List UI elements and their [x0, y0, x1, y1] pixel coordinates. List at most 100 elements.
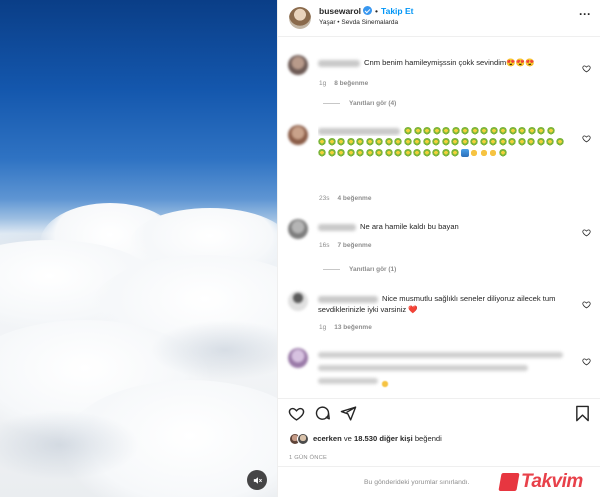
commenter-avatar[interactable]: [288, 125, 308, 145]
emoji-g: [527, 127, 536, 135]
commenter-username-blurred[interactable]: [318, 127, 400, 135]
blurred-text-line: [318, 378, 378, 384]
emoji-g: [384, 149, 393, 157]
comment-body: [318, 125, 573, 169]
emoji-g: [489, 138, 497, 146]
post-location[interactable]: Yaşar • Sevda Sinemalarda: [319, 19, 398, 26]
emoji-g: [498, 138, 507, 146]
comment-likes[interactable]: 13 beğenme: [334, 324, 372, 331]
likes-text: ecerken ve 18.530 diğer kişi beğendi: [313, 434, 442, 443]
emoji-g: [451, 138, 459, 146]
view-replies-button[interactable]: Yanıtları gör (4): [323, 100, 396, 107]
emoji-g: [470, 127, 479, 135]
emoji-g: [346, 138, 355, 146]
commenter-avatar[interactable]: [288, 291, 308, 311]
paper-plane-icon[interactable]: [340, 405, 357, 422]
emoji-g: [318, 149, 326, 157]
emoji-g: [432, 149, 440, 157]
emoji-g: [460, 138, 469, 146]
emoji-y: [489, 149, 497, 157]
blurred-emoji: [381, 380, 389, 388]
comment-like-heart-icon[interactable]: [582, 224, 591, 237]
emoji-g: [451, 149, 459, 157]
commenter-username-blurred[interactable]: [318, 295, 378, 303]
emoji-g: [375, 138, 383, 146]
emoji-g: [394, 149, 402, 157]
emoji-g: [480, 127, 488, 135]
emoji-g: [404, 127, 412, 135]
owner-avatar[interactable]: [289, 7, 311, 29]
comment-like-heart-icon[interactable]: [582, 60, 591, 73]
separator-dot: •: [375, 6, 379, 16]
emoji-g: [555, 138, 564, 146]
comment-like-heart-icon[interactable]: [582, 296, 591, 309]
emoji-g: [527, 138, 535, 146]
emoji-g: [356, 138, 364, 146]
comment-time[interactable]: 1g: [319, 80, 326, 87]
emoji-g: [394, 138, 402, 146]
owner-username[interactable]: busewarol: [319, 6, 361, 16]
emoji-g: [518, 127, 526, 135]
comment-item: Nice musmutlu sağlıklı seneler diliyoruz…: [278, 291, 600, 336]
comment-body: Nice musmutlu sağlıklı seneler diliyoruz…: [318, 293, 573, 315]
comment-icon[interactable]: [314, 405, 331, 422]
emoji-g: [441, 149, 450, 157]
post-photo[interactable]: [0, 0, 277, 497]
emoji-g: [365, 149, 374, 157]
post-date[interactable]: 1 GÜN ÖNCE: [289, 455, 327, 461]
comment-time[interactable]: 16s: [319, 242, 329, 249]
emoji-b: [460, 149, 469, 157]
emoji-g: [517, 138, 526, 146]
comment-text: Ne ara hamile kaldı bu bayan: [360, 222, 459, 231]
emoji-row: [318, 136, 573, 147]
audio-toggle-button[interactable]: [247, 470, 267, 490]
emoji-g: [356, 149, 364, 157]
more-options-icon[interactable]: ···: [579, 8, 591, 20]
comment-meta: 1g 13 beğenme: [319, 324, 380, 331]
emoji-y: [470, 149, 478, 157]
emoji-row: [318, 158, 573, 169]
verified-badge-icon: [363, 6, 373, 15]
comment-emoji: 😍😍😍: [506, 58, 535, 67]
liker-username[interactable]: ecerken: [313, 434, 342, 443]
emoji-g: [327, 138, 336, 146]
commenter-username-blurred[interactable]: [318, 59, 360, 67]
blurred-text-line: [318, 365, 528, 371]
watermark-text: Takvim: [521, 471, 583, 492]
comment-item: Cnm benim hamileymişssin çokk sevindim😍😍…: [278, 55, 600, 113]
emoji-g: [423, 127, 431, 135]
commenter-avatar[interactable]: [288, 219, 308, 239]
comment-likes[interactable]: 7 beğenme: [337, 242, 371, 249]
emoji-g: [413, 138, 421, 146]
comment-item-blurred: [278, 348, 600, 390]
comment-emoji: ❤️: [408, 305, 418, 314]
bookmark-icon[interactable]: [574, 405, 591, 422]
emoji-g: [508, 138, 516, 146]
commenter-avatar[interactable]: [288, 348, 308, 368]
comment-time[interactable]: 23s: [319, 195, 329, 202]
likes-summary: ecerken ve 18.530 diğer kişi beğendi: [289, 432, 599, 446]
commenter-avatar[interactable]: [288, 55, 308, 75]
comment-time[interactable]: 1g: [319, 324, 326, 331]
comment-body: Cnm benim hamileymişssin çokk sevindim😍😍…: [318, 57, 573, 68]
heart-icon[interactable]: [288, 405, 305, 422]
emoji-g: [546, 138, 554, 146]
commenter-username-blurred[interactable]: [318, 223, 356, 231]
post-header: busewarol • Takip Et Yaşar • Sevda Sinemal…: [278, 0, 600, 37]
comment-like-heart-icon[interactable]: [582, 130, 591, 143]
view-replies-button[interactable]: Yanıtları gör (1): [323, 266, 396, 273]
emoji-g: [346, 149, 355, 157]
comment-item: 23s 4 beğenme: [278, 125, 600, 205]
emoji-g: [498, 149, 507, 157]
emoji-g: [536, 138, 545, 146]
comment-likes[interactable]: 4 beğenme: [337, 195, 371, 202]
comment-like-heart-icon[interactable]: [582, 353, 591, 366]
emoji-g: [432, 127, 441, 135]
owner-line: busewarol • Takip Et: [319, 6, 413, 16]
comment-body-blurred: [318, 350, 573, 389]
likes-count[interactable]: 18.530 diğer kişi: [354, 434, 413, 443]
comment-likes[interactable]: 8 beğenme: [334, 80, 368, 87]
liker-avatar[interactable]: [297, 433, 309, 445]
emoji-g: [442, 127, 450, 135]
follow-button[interactable]: Takip Et: [381, 6, 413, 16]
